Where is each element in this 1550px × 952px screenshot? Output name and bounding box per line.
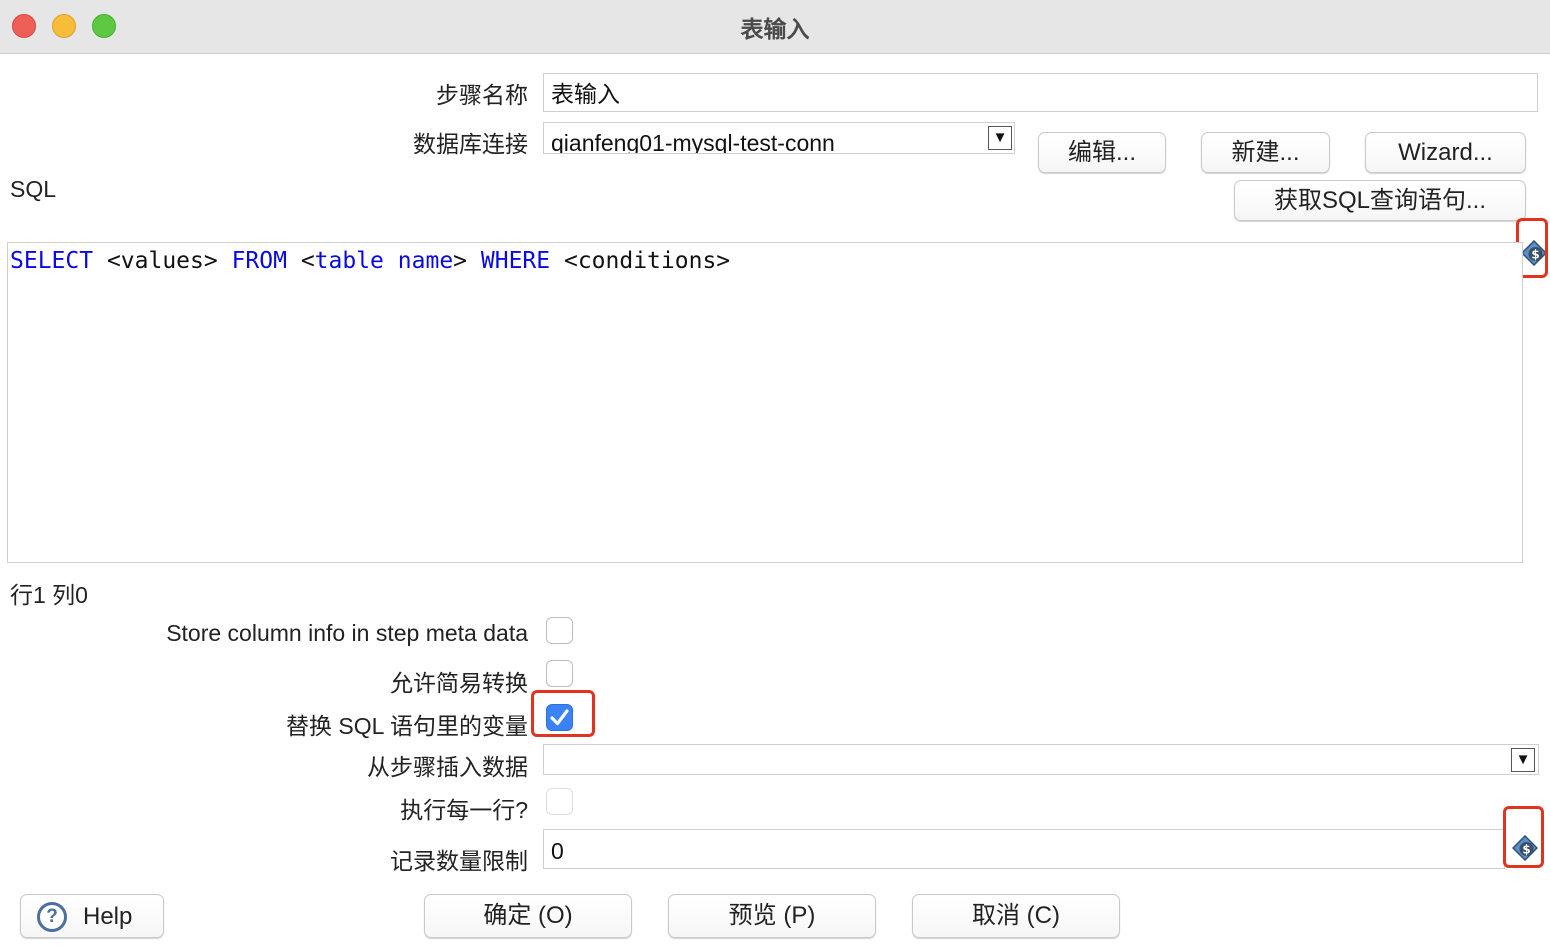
preview-button[interactable]: 预览 (P) (668, 894, 876, 938)
sql-text: <conditions> (550, 248, 731, 274)
replace-variables-label: 替换 SQL 语句里的变量 (286, 713, 528, 739)
insert-from-step-label: 从步骤插入数据 (367, 754, 528, 780)
connection-select[interactable]: qianfeng01-mysql-test-conn (543, 122, 1015, 154)
limit-input[interactable]: 0 (543, 829, 1505, 869)
limit-label: 记录数量限制 (390, 848, 528, 874)
help-button-label: Help (83, 903, 133, 930)
connection-label: 数据库连接 (413, 131, 528, 157)
sql-keyword: name (397, 248, 454, 274)
wizard-button[interactable]: Wizard... (1365, 132, 1526, 173)
ok-button[interactable]: 确定 (O) (424, 894, 632, 938)
sql-text: < (286, 248, 315, 274)
step-name-label: 步骤名称 (436, 82, 528, 108)
insert-from-step-dropdown-icon[interactable]: ▼ (1511, 748, 1535, 772)
execute-each-row-checkbox[interactable] (546, 788, 573, 815)
replace-variables-highlight (531, 690, 595, 737)
sql-text: > (453, 248, 481, 274)
sql-keyword: WHERE (480, 248, 551, 274)
question-circle-icon: ? (37, 902, 67, 932)
sql-keyword: FROM (231, 248, 287, 274)
edit-connection-button[interactable]: 编辑... (1038, 132, 1166, 173)
sql-keyword: table (314, 248, 384, 274)
window-titlebar: 表输入 (0, 0, 1550, 54)
lazy-conversion-checkbox[interactable] (546, 660, 573, 687)
cursor-position: 行1 列0 (10, 582, 88, 608)
sql-label: SQL (10, 176, 57, 202)
cancel-button[interactable]: 取消 (C) (912, 894, 1120, 938)
execute-each-row-label: 执行每一行? (400, 797, 528, 823)
window-title: 表输入 (740, 16, 810, 42)
insert-from-step-select[interactable] (543, 744, 1539, 775)
store-column-info-checkbox[interactable] (546, 617, 573, 644)
get-sql-button[interactable]: 获取SQL查询语句... (1234, 180, 1526, 221)
step-name-input[interactable]: 表输入 (543, 73, 1538, 112)
dialog-content: 步骤名称 表输入 数据库连接 qianfeng01-mysql-test-con… (0, 54, 1550, 952)
sql-text: <values> (93, 248, 232, 274)
triangle-down-icon[interactable]: ▼ (988, 126, 1012, 150)
sql-editor[interactable]: SELECT <values> FROM <table name> WHERE … (7, 242, 1523, 563)
help-button[interactable]: ? Help (20, 894, 164, 938)
new-connection-button[interactable]: 新建... (1201, 132, 1330, 173)
limit-variable-highlight (1503, 806, 1544, 868)
lazy-conversion-label: 允许简易转换 (390, 670, 528, 696)
sql-keyword: SELECT (10, 248, 94, 274)
store-column-info-label: Store column info in step meta data (166, 620, 528, 646)
